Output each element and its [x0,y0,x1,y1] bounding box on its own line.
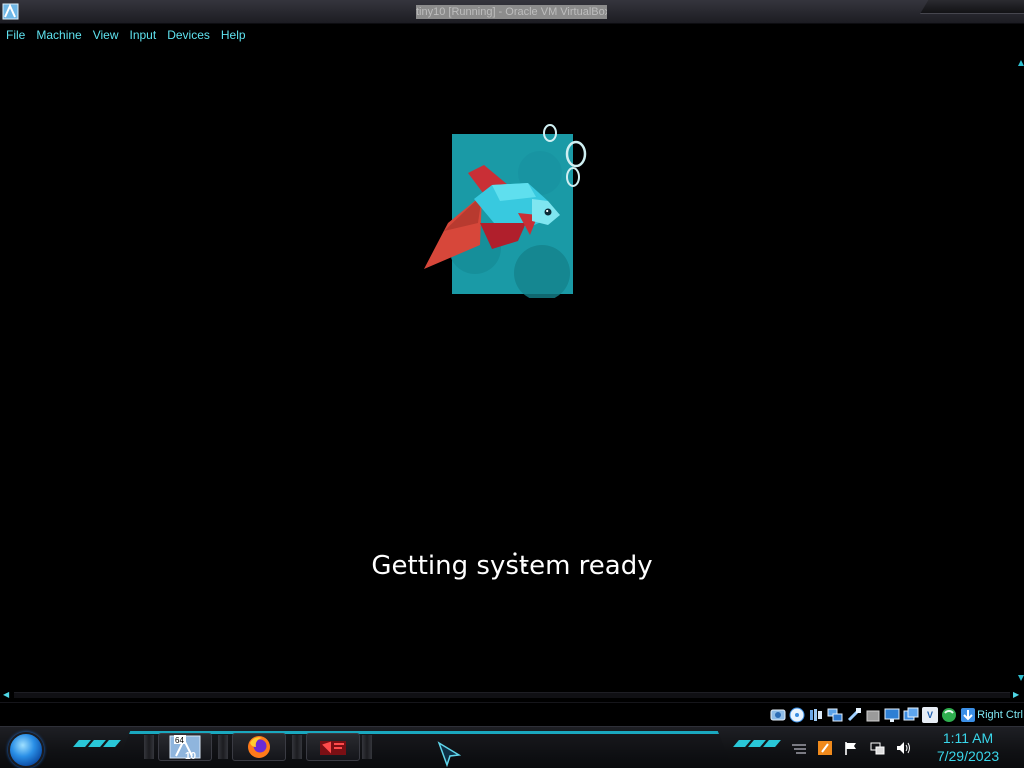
virtualbox-app-icon[interactable] [2,3,19,20]
mouse-integration-icon[interactable] [941,707,957,723]
start-button[interactable] [8,732,44,768]
shared-folders-icon[interactable] [865,707,881,723]
scroll-right-icon[interactable]: ▶ [1013,691,1021,699]
task-divider [362,735,372,759]
virtualbox-icon: 64 10 [169,735,201,760]
menu-file[interactable]: File [6,28,25,42]
media-app-icon [320,741,346,755]
edge-marker [1018,60,1024,66]
clock-date: 7/29/2023 [936,748,1000,764]
task-divider [218,735,228,759]
window-title: tiny10 [Running] - Oracle VM VirtualBox [416,5,607,19]
task-divider [292,735,302,759]
device-status-icons: V [770,707,976,723]
edge-marker [1018,675,1024,681]
title-bar: tiny10 [Running] - Oracle VM VirtualBox [0,0,1024,24]
taskbar-firefox-button[interactable] [232,733,286,761]
task-badge-bottom: 10 [185,751,197,760]
keyboard-capture-icon[interactable] [960,707,976,723]
menu-help[interactable]: Help [221,28,246,42]
network-icon[interactable] [827,707,843,723]
volume-icon[interactable] [894,739,912,757]
network-tray-icon[interactable] [868,739,886,757]
scroll-track[interactable] [14,692,1010,698]
hard-disk-icon[interactable] [770,707,786,723]
task-badge-top: 64 [175,736,184,745]
boot-status-text: Getting system ready [371,551,653,581]
usb-icon[interactable] [846,707,862,723]
taskbar-clock[interactable]: 1:11 AM 7/29/2023 [928,729,1008,765]
firefox-icon [248,736,270,758]
taskbar-ornament [733,740,781,747]
menu-input[interactable]: Input [130,28,157,42]
host-key-label: Right Ctrl [977,709,1023,721]
tray-menu-icon[interactable] [790,739,808,757]
optical-drive-icon[interactable] [789,707,805,723]
host-taskbar: 64 10 1:11 AM 7/29/2023 [0,726,1024,768]
vt-x-icon[interactable]: V [922,707,938,723]
menu-view[interactable]: View [93,28,119,42]
display-icon[interactable] [884,707,900,723]
audio-icon[interactable] [808,707,824,723]
mouse-cursor-icon [437,741,461,767]
taskbar-ornament [73,740,121,747]
action-center-flag-icon[interactable] [842,739,860,757]
horizontal-scrollbar[interactable]: ◀ ▶ [0,688,1024,702]
menu-machine[interactable]: Machine [36,28,81,42]
scroll-left-icon[interactable]: ◀ [3,691,11,699]
system-tray [790,739,912,757]
tray-app-icon[interactable] [816,739,834,757]
menu-bar: File Machine View Input Devices Help [0,24,1024,45]
betta-fish-logo [424,124,587,298]
guest-display[interactable]: Getting system ready [0,45,1024,688]
task-divider [144,735,154,759]
recording-icon[interactable] [903,707,919,723]
vm-status-bar: V Right Ctrl [0,702,1024,726]
menu-devices[interactable]: Devices [167,28,210,42]
taskbar-virtualbox-button[interactable]: 64 10 [158,733,212,761]
taskbar-media-app-button[interactable] [306,733,360,761]
window-controls[interactable] [920,0,1024,14]
clock-time: 1:11 AM [942,730,994,746]
